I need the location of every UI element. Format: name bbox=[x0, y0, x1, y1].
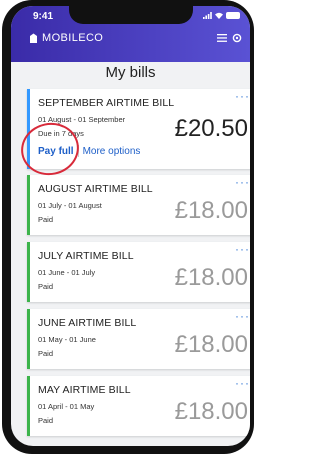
bill-title: JUNE AIRTIME BILL bbox=[38, 317, 137, 329]
bill-amount: £18.00 bbox=[174, 398, 248, 425]
bill-status: Paid bbox=[38, 416, 54, 425]
battery-icon bbox=[226, 12, 240, 19]
bill-card[interactable]: JULY AIRTIME BILL ··· 01 June - 01 July … bbox=[27, 242, 250, 302]
signal-icon bbox=[203, 12, 212, 19]
bill-card[interactable]: AUGUST AIRTIME BILL ··· 01 July - 01 Aug… bbox=[27, 175, 250, 235]
status-time: 9:41 bbox=[33, 11, 54, 22]
brand-logo-icon bbox=[30, 33, 37, 43]
bill-dates: 01 July - 01 August bbox=[38, 201, 102, 210]
app-header: 9:41 MOBILECO bbox=[11, 6, 250, 62]
bill-amount: £18.00 bbox=[174, 264, 248, 291]
bill-dates: 01 April - 01 May bbox=[38, 402, 95, 411]
bill-title: SEPTEMBER AIRTIME BILL bbox=[38, 97, 175, 109]
bill-title: MAY AIRTIME BILL bbox=[38, 384, 131, 396]
bill-card[interactable]: MAY AIRTIME BILL ··· 01 April - 01 May P… bbox=[27, 376, 250, 436]
bill-amount: £18.00 bbox=[174, 331, 248, 358]
bill-dates: 01 May - 01 June bbox=[38, 335, 96, 344]
brand-name: MOBILECO bbox=[42, 32, 104, 44]
bill-more-icon[interactable]: ··· bbox=[235, 242, 250, 256]
page-title: My bills bbox=[105, 64, 156, 81]
bill-title: JULY AIRTIME BILL bbox=[38, 250, 134, 262]
menu-icon[interactable] bbox=[217, 34, 227, 42]
bill-more-icon[interactable]: ··· bbox=[235, 89, 250, 103]
more-options-link[interactable]: More options bbox=[83, 146, 141, 157]
bill-amount: £20.50 bbox=[174, 115, 248, 142]
bill-card[interactable]: JUNE AIRTIME BILL ··· 01 May - 01 June P… bbox=[27, 309, 250, 369]
bill-status: Paid bbox=[38, 349, 54, 358]
bill-more-icon[interactable]: ··· bbox=[235, 309, 250, 323]
phone-frame: 9:41 MOBILECO My bills SEPTEMBER AIRTIME… bbox=[2, 0, 254, 454]
phone-notch bbox=[69, 6, 193, 24]
bill-status: Paid bbox=[38, 215, 54, 224]
status-icons bbox=[203, 12, 240, 19]
settings-icon[interactable] bbox=[232, 33, 242, 43]
bill-amount: £18.00 bbox=[174, 197, 248, 224]
bill-more-icon[interactable]: ··· bbox=[235, 175, 250, 189]
app-screen: 9:41 MOBILECO My bills SEPTEMBER AIRTIME… bbox=[11, 6, 250, 446]
bill-more-icon[interactable]: ··· bbox=[235, 376, 250, 390]
brand: MOBILECO bbox=[29, 32, 103, 44]
wifi-icon bbox=[215, 12, 223, 19]
bill-dates: 01 June - 01 July bbox=[38, 268, 96, 277]
bill-title: AUGUST AIRTIME BILL bbox=[38, 183, 153, 195]
bill-status: Paid bbox=[38, 282, 54, 291]
